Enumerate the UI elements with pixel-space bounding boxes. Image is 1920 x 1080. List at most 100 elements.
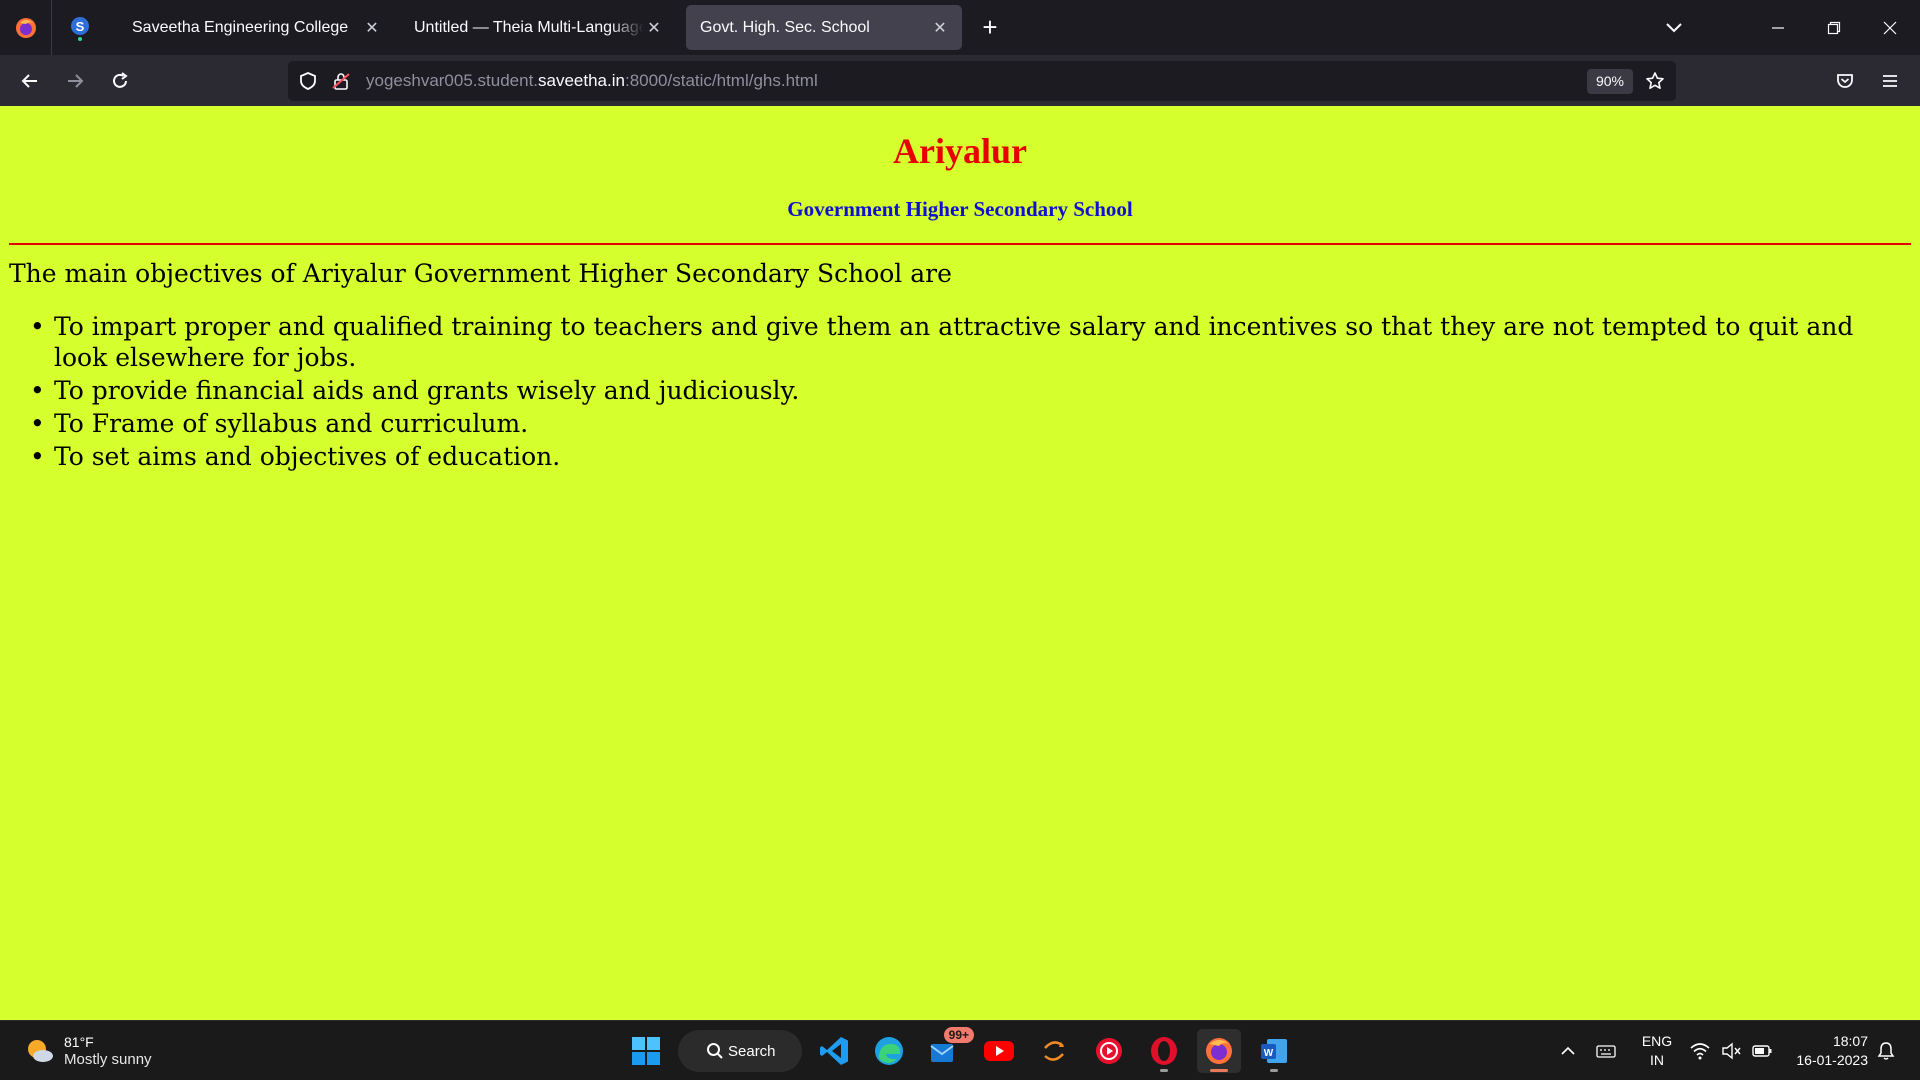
- app-menu-button[interactable]: [1872, 63, 1908, 99]
- keyboard-icon: [1596, 1045, 1616, 1058]
- shield-icon[interactable]: [298, 71, 318, 91]
- list-item: To Frame of syllabus and curriculum.: [30, 408, 1894, 439]
- input-language-indicator[interactable]: ENG IN: [1640, 1032, 1674, 1070]
- partly-sunny-icon: [28, 1040, 53, 1062]
- restore-button[interactable]: [1806, 0, 1862, 55]
- close-icon[interactable]: ✕: [930, 18, 950, 38]
- taskbar-app-vscode[interactable]: [812, 1029, 856, 1073]
- notification-bell-icon: [1877, 1042, 1895, 1060]
- taskbar-app-media-player[interactable]: [1087, 1029, 1131, 1073]
- battery-button[interactable]: [1752, 1021, 1772, 1080]
- zoom-level-button[interactable]: 90%: [1587, 69, 1633, 94]
- word-icon: W: [1261, 1039, 1287, 1063]
- search-label: Search: [728, 1042, 776, 1060]
- tab-title: Saveetha Engineering College: [132, 18, 349, 36]
- notification-badge: 99+: [943, 1027, 974, 1043]
- firefox-icon: [15, 17, 36, 38]
- search-icon: [707, 1043, 723, 1059]
- weather-condition: Mostly sunny: [64, 1051, 152, 1068]
- minimize-button[interactable]: [1750, 0, 1806, 55]
- close-icon[interactable]: ✕: [362, 18, 382, 38]
- objectives-list: To impart proper and qualified training …: [30, 311, 1894, 474]
- arrow-right-icon: [68, 74, 84, 88]
- opera-icon: [1151, 1037, 1177, 1065]
- taskbar-app-mail[interactable]: 99+: [922, 1027, 974, 1073]
- close-icon[interactable]: ✕: [644, 18, 664, 38]
- running-indicator: [1270, 1069, 1278, 1072]
- firefox-view-button[interactable]: [0, 0, 52, 55]
- svg-text:W: W: [1264, 1048, 1274, 1059]
- taskbar-app-word[interactable]: W: [1252, 1029, 1296, 1073]
- tab-saveetha[interactable]: Saveetha Engineering College ✕: [118, 5, 394, 50]
- url-suffix: :8000/static/html/ghs.html: [624, 71, 818, 90]
- saveetha-favicon-icon: S: [71, 16, 89, 41]
- taskbar-search-button[interactable]: Search: [678, 1030, 802, 1072]
- wifi-icon: [1690, 1043, 1710, 1060]
- touch-keyboard-button[interactable]: [1596, 1021, 1616, 1080]
- list-all-tabs-button[interactable]: [1660, 12, 1688, 42]
- start-button[interactable]: [624, 1029, 668, 1073]
- reload-button[interactable]: [102, 63, 138, 99]
- intro-paragraph: The main objectives of Ariyalur Governme…: [9, 259, 952, 288]
- hamburger-menu-icon: [1883, 75, 1897, 87]
- chevron-down-icon: [1666, 23, 1682, 33]
- sync-icon: [1044, 1041, 1064, 1061]
- clock[interactable]: 18:07 16-01-2023: [1788, 1032, 1868, 1070]
- url-bar[interactable]: yogeshvar005.student.saveetha.in:8000/st…: [288, 61, 1676, 101]
- bookmark-star-icon[interactable]: [1645, 71, 1665, 91]
- tab-govt-school[interactable]: Govt. High. Sec. School ✕: [686, 5, 962, 50]
- edge-icon: [875, 1037, 903, 1065]
- show-hidden-icons-button[interactable]: [1560, 1021, 1576, 1080]
- tab-theia[interactable]: Untitled — Theia Multi-Language Ex ✕: [400, 5, 676, 50]
- vscode-icon: [820, 1037, 848, 1065]
- restore-icon: [1827, 21, 1841, 34]
- active-indicator: [1210, 1069, 1228, 1072]
- list-item: To impart proper and qualified training …: [30, 311, 1894, 373]
- pocket-icon: [1837, 74, 1853, 88]
- horizontal-rule: [9, 243, 1911, 245]
- tab-title: Govt. High. Sec. School: [700, 18, 870, 36]
- clock-time: 18:07: [1832, 1033, 1868, 1049]
- taskbar-app-youtube[interactable]: [977, 1029, 1021, 1073]
- page-subtitle: Government Higher Secondary School: [787, 197, 1133, 221]
- youtube-icon: [984, 1041, 1014, 1061]
- taskbar-app-sync[interactable]: [1032, 1029, 1076, 1073]
- weather-temperature: 81°F: [64, 1034, 94, 1050]
- list-item: To set aims and objectives of education.: [30, 441, 1894, 472]
- tab-strip: S Saveetha Engineering College ✕ Untitle…: [0, 0, 1920, 55]
- arrow-left-icon: [21, 74, 37, 88]
- volume-button[interactable]: [1721, 1021, 1741, 1080]
- close-window-button[interactable]: [1862, 0, 1918, 55]
- taskbar-app-opera[interactable]: [1142, 1029, 1186, 1073]
- chevron-up-icon: [1561, 1046, 1575, 1055]
- close-icon: [1883, 21, 1897, 34]
- reload-icon: [113, 72, 128, 88]
- back-button[interactable]: [12, 63, 48, 99]
- minimize-icon: [1772, 26, 1784, 29]
- weather-widget[interactable]: 81°F Mostly sunny: [24, 1033, 152, 1069]
- tab-title: Untitled — Theia Multi-Language Ex: [414, 18, 644, 36]
- forward-button[interactable]: [57, 63, 93, 99]
- clock-date: 16-01-2023: [1796, 1052, 1868, 1068]
- network-button[interactable]: [1690, 1021, 1710, 1080]
- pocket-button[interactable]: [1827, 63, 1863, 99]
- taskbar: 81°F Mostly sunny Search 99+ W ENG IN 18…: [0, 1020, 1920, 1080]
- navigation-toolbar: yogeshvar005.student.saveetha.in:8000/st…: [0, 55, 1920, 106]
- url-prefix: yogeshvar005.student.: [366, 71, 539, 90]
- taskbar-app-firefox[interactable]: [1197, 1029, 1241, 1073]
- new-tab-button[interactable]: +: [976, 10, 1004, 44]
- language-code: ENG: [1641, 1033, 1673, 1049]
- taskbar-app-edge[interactable]: [867, 1029, 911, 1073]
- list-item: To provide financial aids and grants wis…: [30, 375, 1894, 406]
- running-indicator: [1160, 1069, 1168, 1072]
- region-code: IN: [1650, 1052, 1664, 1068]
- windows-start-icon: [632, 1037, 660, 1065]
- page-title: Ariyalur: [893, 131, 1027, 171]
- notifications-button[interactable]: [1876, 1021, 1896, 1080]
- pinned-tab[interactable]: S: [52, 0, 108, 55]
- insecure-lock-icon[interactable]: [331, 71, 351, 91]
- web-page-content: Ariyalur Government Higher Secondary Sch…: [0, 106, 1920, 1020]
- url-text[interactable]: yogeshvar005.student.saveetha.in:8000/st…: [366, 71, 818, 91]
- battery-icon: [1752, 1045, 1772, 1057]
- url-host: saveetha.in: [538, 71, 625, 90]
